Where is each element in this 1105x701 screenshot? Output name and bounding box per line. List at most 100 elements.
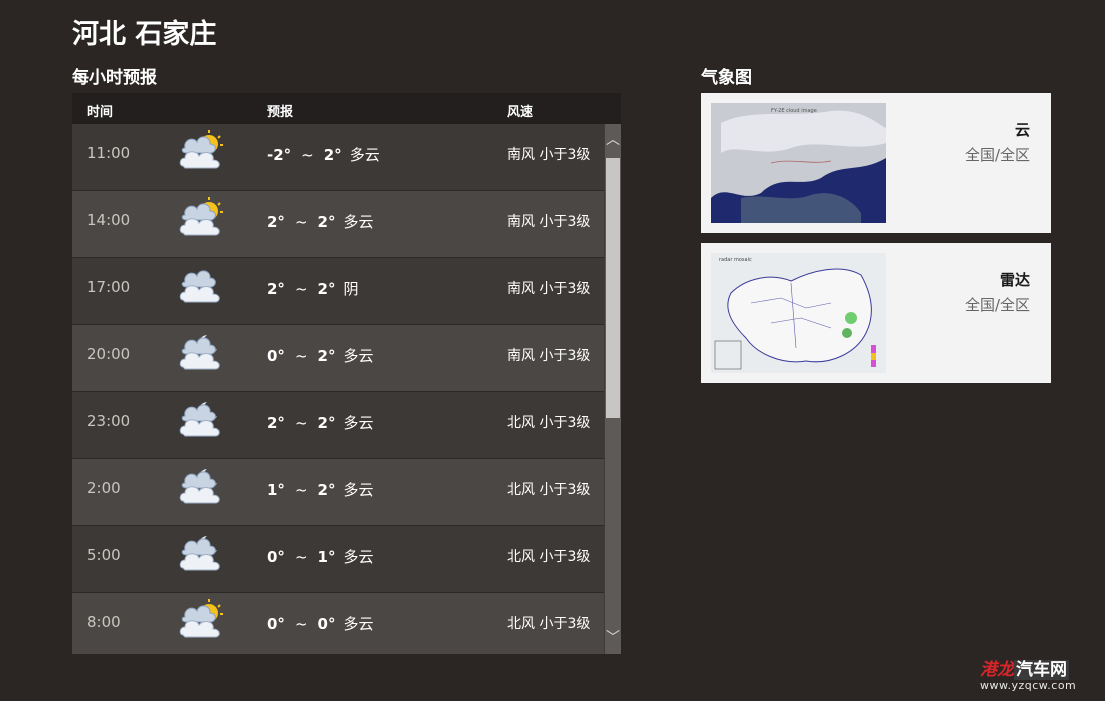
forecast-temperature: 2° ~2° 多云 — [267, 412, 373, 433]
forecast-wind: 北风 小于3级 — [507, 616, 591, 632]
temperature-separator: ~ — [294, 213, 308, 231]
forecast-time: 17:00 — [87, 278, 131, 296]
partly-cloudy-sun-icon — [177, 597, 225, 643]
forecast-row[interactable]: 5:00 0° ~1° 多云 北风 小于3级 — [72, 526, 604, 593]
temperature-high: 0° — [317, 615, 336, 633]
temperature-separator: ~ — [301, 146, 314, 164]
city-title: 河北 石家庄 — [72, 19, 217, 50]
watermark-url: www.yzqcw.com — [980, 679, 1077, 692]
forecast-time: 8:00 — [87, 613, 121, 631]
temperature-high: 1° — [317, 548, 336, 566]
temperature-low: 2° — [267, 280, 285, 298]
forecast-wind: 北风 小于3级 — [507, 415, 591, 431]
partly-cloudy-moon-icon — [177, 329, 225, 375]
temperature-low: 2° — [267, 213, 285, 231]
temperature-high: 2° — [317, 414, 336, 432]
weather-maps-title: 气象图 — [701, 68, 752, 88]
forecast-condition: 阴 — [343, 280, 359, 298]
partly-cloudy-moon-icon — [177, 396, 225, 442]
radar-map-thumbnail: radar mosaic — [711, 253, 886, 373]
partly-cloudy-sun-icon — [177, 195, 225, 241]
forecast-condition: 多云 — [343, 615, 374, 633]
forecast-condition: 多云 — [349, 146, 380, 164]
forecast-row[interactable]: 8:00 0° ~0° 多云 北风 小于3级 — [72, 593, 604, 654]
forecast-row[interactable]: 11:00 -2° ~2° 多云 南风 小于3级 — [72, 124, 604, 191]
column-header-wind: 风速 — [507, 105, 534, 120]
temperature-high: 2° — [317, 481, 336, 499]
temperature-separator: ~ — [294, 347, 308, 365]
scrollbar-thumb[interactable] — [606, 158, 620, 418]
forecast-wind: 南风 小于3级 — [507, 147, 591, 163]
temperature-low: 2° — [267, 414, 285, 432]
temperature-high: 2° — [317, 347, 336, 365]
temperature-low: -2° — [267, 146, 292, 164]
forecast-time: 11:00 — [87, 144, 131, 162]
partly-cloudy-sun-icon — [177, 128, 225, 174]
forecast-temperature: 0° ~0° 多云 — [267, 613, 373, 634]
scrollbar[interactable]: ︿ ﹀ — [605, 124, 621, 654]
temperature-low: 0° — [267, 615, 285, 633]
temperature-separator: ~ — [294, 280, 308, 298]
temperature-low: 0° — [267, 347, 285, 365]
forecast-time: 23:00 — [87, 412, 131, 430]
forecast-time: 5:00 — [87, 546, 121, 564]
column-header-forecast: 预报 — [267, 105, 294, 120]
partly-cloudy-moon-icon — [177, 463, 225, 509]
forecast-temperature: 0° ~1° 多云 — [267, 546, 373, 567]
forecast-row[interactable]: 20:00 0° ~2° 多云 南风 小于3级 — [72, 325, 604, 392]
forecast-temperature: -2° ~2° 多云 — [267, 144, 380, 165]
map-card-cloud[interactable]: FY-2E cloud image 云 全国/全区 — [701, 93, 1051, 233]
watermark-brand-b: 汽车网 — [1014, 660, 1069, 680]
temperature-low: 0° — [267, 548, 285, 566]
forecast-row[interactable]: 2:00 1° ~2° 多云 北风 小于3级 — [72, 459, 604, 526]
forecast-condition: 多云 — [343, 213, 374, 231]
forecast-wind: 南风 小于3级 — [507, 281, 591, 297]
forecast-row[interactable]: 23:00 2° ~2° 多云 北风 小于3级 — [72, 392, 604, 459]
forecast-wind: 南风 小于3级 — [507, 214, 591, 230]
temperature-separator: ~ — [294, 481, 308, 499]
svg-text:radar mosaic: radar mosaic — [719, 257, 752, 263]
column-header-time: 时间 — [87, 105, 114, 120]
hourly-forecast-table: 时间 预报 风速 11:00 -2° ~2° 多云 南风 小于3级 14:00 2° ~2° 多… — [72, 93, 621, 654]
watermark-logo: 港龙 汽车网 www.yzqcw.com — [980, 655, 1094, 693]
scroll-down-arrow-icon[interactable]: ﹀ — [605, 628, 621, 648]
forecast-wind: 北风 小于3级 — [507, 482, 591, 498]
forecast-temperature: 0° ~2° 多云 — [267, 345, 373, 366]
table-header: 时间 预报 风速 — [72, 93, 621, 124]
svg-text:FY-2E cloud image: FY-2E cloud image — [771, 108, 817, 114]
temperature-high: 2° — [317, 280, 336, 298]
map-card-cloud-scope: 全国/全区 — [964, 146, 1030, 164]
forecast-wind: 北风 小于3级 — [507, 549, 591, 565]
overcast-icon — [177, 262, 225, 308]
forecast-condition: 多云 — [343, 548, 374, 566]
forecast-temperature: 2° ~2° 阴 — [267, 278, 358, 299]
forecast-condition: 多云 — [343, 347, 374, 365]
forecast-temperature: 2° ~2° 多云 — [267, 211, 373, 232]
temperature-separator: ~ — [294, 414, 308, 432]
temperature-high: 2° — [323, 146, 342, 164]
forecast-condition: 多云 — [343, 414, 374, 432]
forecast-time: 2:00 — [87, 479, 121, 497]
satellite-cloud-map-thumbnail: FY-2E cloud image — [711, 103, 886, 223]
partly-cloudy-moon-icon — [177, 530, 225, 576]
scroll-up-arrow-icon[interactable]: ︿ — [605, 130, 621, 150]
watermark-brand: 港龙 汽车网 — [980, 655, 1069, 680]
forecast-condition: 多云 — [343, 481, 374, 499]
watermark-brand-a: 港龙 — [980, 660, 1014, 680]
forecast-time: 14:00 — [87, 211, 131, 229]
forecast-row[interactable]: 17:00 2° ~2° 阴 南风 小于3级 — [72, 258, 604, 325]
map-card-radar-scope: 全国/全区 — [964, 296, 1030, 314]
forecast-time: 20:00 — [87, 345, 131, 363]
forecast-temperature: 1° ~2° 多云 — [267, 479, 373, 500]
map-card-radar-name: 雷达 — [999, 271, 1030, 289]
map-card-cloud-name: 云 — [1014, 121, 1030, 139]
hourly-forecast-title: 每小时预报 — [72, 68, 157, 88]
forecast-rows[interactable]: 11:00 -2° ~2° 多云 南风 小于3级 14:00 2° ~2° 多云 南风 小于3级 1… — [72, 124, 604, 654]
temperature-low: 1° — [267, 481, 285, 499]
temperature-high: 2° — [317, 213, 336, 231]
forecast-row[interactable]: 14:00 2° ~2° 多云 南风 小于3级 — [72, 191, 604, 258]
temperature-separator: ~ — [294, 615, 308, 633]
forecast-wind: 南风 小于3级 — [507, 348, 591, 364]
temperature-separator: ~ — [294, 548, 308, 566]
map-card-radar[interactable]: radar mosaic 雷达 全国/全区 — [701, 243, 1051, 383]
